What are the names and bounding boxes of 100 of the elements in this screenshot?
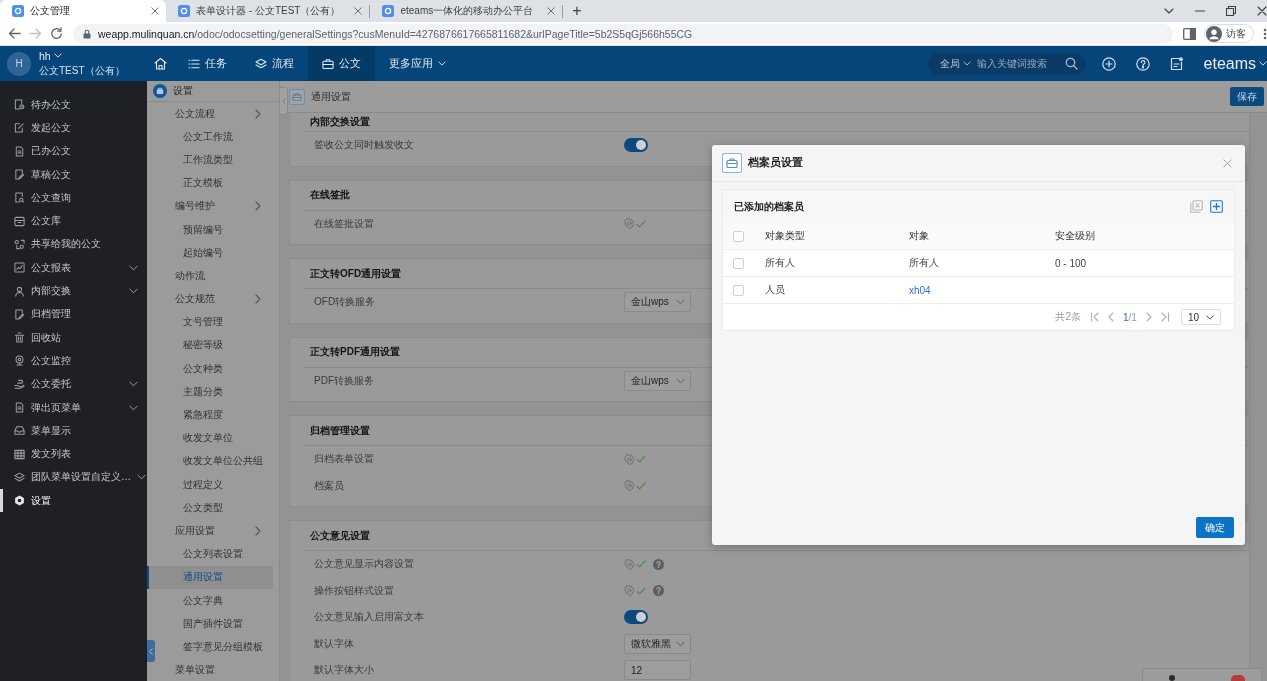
select-field[interactable]: 金山wps bbox=[624, 370, 691, 391]
checkbox[interactable] bbox=[733, 230, 744, 242]
subnav-item[interactable]: 过程定义 bbox=[155, 473, 273, 497]
sidebar-item[interactable]: 共享给我的公文 bbox=[0, 232, 147, 257]
subnav-item[interactable]: 动作流 bbox=[155, 264, 273, 288]
close-icon[interactable] bbox=[1257, 6, 1267, 16]
document-icon[interactable] bbox=[1169, 56, 1184, 71]
column-header: 对象 bbox=[909, 229, 929, 243]
subnav-item[interactable]: 公文工作流 bbox=[155, 125, 273, 149]
sidebar-item[interactable]: 内部交换 bbox=[0, 279, 147, 303]
caret-icon bbox=[962, 61, 971, 66]
close-icon[interactable] bbox=[151, 7, 159, 15]
settings-icon[interactable] bbox=[624, 558, 635, 570]
subnav-item[interactable]: 秘密等级 bbox=[155, 333, 273, 358]
checkbox[interactable] bbox=[733, 257, 744, 269]
sidebar-item[interactable]: 回收站 bbox=[0, 325, 147, 350]
close-icon[interactable] bbox=[547, 7, 556, 15]
next-page-icon[interactable] bbox=[1145, 312, 1152, 322]
subnav-item[interactable]: 公文种类 bbox=[155, 357, 273, 381]
toggle-switch[interactable] bbox=[624, 138, 648, 153]
browser-tab[interactable]: 表单设计器 - 公文TEST（公有） bbox=[166, 0, 370, 22]
subnav-item[interactable]: 公文类型 bbox=[155, 496, 273, 520]
restore-icon[interactable] bbox=[1226, 6, 1236, 16]
sidebar-item[interactable]: 已办公文 bbox=[0, 139, 147, 163]
sidebar-item[interactable]: 弹出页菜单 bbox=[0, 395, 147, 420]
search-icon[interactable] bbox=[1064, 57, 1078, 70]
collapse-button[interactable] bbox=[280, 87, 288, 115]
sidebar-item[interactable]: 公文库 bbox=[0, 209, 147, 233]
page-size-select[interactable]: 10 bbox=[1180, 309, 1221, 325]
subnav-item[interactable]: 公文字典 bbox=[155, 588, 273, 613]
sidebar-item[interactable]: 发文列表 bbox=[0, 442, 147, 466]
collapse-button[interactable] bbox=[147, 640, 155, 662]
sidebar-item[interactable]: 待办公文 bbox=[0, 93, 147, 117]
user-menu[interactable]: hh bbox=[39, 49, 62, 62]
sidebar-item[interactable]: 公文查询 bbox=[0, 186, 147, 210]
sidebar-item[interactable]: 公文监控 bbox=[0, 349, 147, 373]
sidebar-item[interactable]: 设置 bbox=[0, 489, 147, 513]
nav-tab[interactable]: 公文 bbox=[308, 46, 375, 81]
subnav-item[interactable]: 工作流类型 bbox=[155, 148, 273, 172]
sidebar-item[interactable]: 归档管理 bbox=[0, 302, 147, 326]
sidebar-item[interactable]: 公文委托 bbox=[0, 372, 147, 396]
sidebar-item[interactable]: 发起公文 bbox=[0, 116, 147, 140]
scope-select[interactable]: 全局 bbox=[939, 56, 971, 71]
confirm-button[interactable]: 确定 bbox=[1196, 517, 1234, 538]
subnav-item[interactable]: 公文规范 bbox=[155, 287, 273, 311]
first-page-icon[interactable] bbox=[1089, 312, 1099, 322]
nav-tab[interactable]: 任务 bbox=[174, 46, 241, 81]
subnav-item[interactable]: 公文列表设置 bbox=[155, 542, 273, 566]
subnav-item[interactable]: 应用设置 bbox=[155, 519, 273, 543]
sidebar-item[interactable]: 公文报表 bbox=[0, 256, 147, 280]
subnav-item[interactable]: 紧急程度 bbox=[155, 403, 273, 427]
search-field[interactable]: 全局 输入关键词搜索 bbox=[927, 52, 1086, 75]
subnav-item[interactable]: 正文模板 bbox=[155, 171, 273, 195]
nav-tab[interactable]: 流程 bbox=[241, 46, 308, 81]
select-field[interactable]: 微软雅黑 bbox=[624, 633, 691, 654]
caret-icon[interactable] bbox=[1164, 8, 1174, 14]
caret-icon bbox=[676, 640, 685, 647]
subnav-item[interactable]: 预留编号 bbox=[155, 217, 273, 242]
help-icon[interactable] bbox=[1135, 56, 1150, 71]
subnav-item[interactable]: 国产插件设置 bbox=[155, 612, 273, 636]
sidebar-item[interactable]: 草稿公文 bbox=[0, 162, 147, 187]
settings-icon[interactable] bbox=[624, 585, 635, 597]
subnav-item[interactable]: 签字意见分组模板 bbox=[155, 635, 273, 659]
subnav-item[interactable]: 主题分类 bbox=[155, 380, 273, 404]
sidebar-item[interactable]: 团队菜单设置自定义… bbox=[0, 465, 147, 490]
subnav-item[interactable]: 编号维护 bbox=[155, 194, 273, 218]
subnav-item[interactable]: 起始编号 bbox=[155, 241, 273, 265]
subnav-item[interactable]: 菜单设置 bbox=[155, 658, 273, 681]
settings-icon[interactable] bbox=[624, 453, 635, 465]
nav-tab[interactable]: 更多应用 bbox=[375, 46, 460, 81]
chevron-right-icon bbox=[255, 525, 261, 536]
subnav-item[interactable]: 收发文单位公共组 bbox=[155, 449, 273, 473]
subnav-item[interactable]: 收发文单位 bbox=[155, 426, 273, 450]
settings-icon[interactable] bbox=[624, 480, 635, 492]
previous-page-icon[interactable] bbox=[1107, 312, 1114, 322]
save-button[interactable]: 保存 bbox=[1230, 87, 1264, 106]
last-page-icon[interactable] bbox=[1160, 312, 1170, 322]
select-field[interactable]: 金山wps bbox=[624, 292, 691, 313]
settings-icon[interactable] bbox=[624, 218, 635, 230]
delete-icon[interactable] bbox=[1190, 200, 1203, 213]
browser-tab[interactable]: eteams一体化的移动办公平台 bbox=[370, 0, 563, 22]
menu-icon[interactable] bbox=[1263, 27, 1267, 40]
reload-icon[interactable] bbox=[50, 27, 63, 40]
table-cell: 所有人 bbox=[909, 256, 939, 270]
link[interactable]: xh04 bbox=[909, 284, 931, 296]
close-icon[interactable] bbox=[354, 7, 363, 15]
add-icon[interactable] bbox=[1210, 200, 1223, 213]
side-panel-icon[interactable] bbox=[1183, 27, 1196, 40]
subnav-item[interactable]: 文号管理 bbox=[155, 310, 273, 334]
setting-label: OFD转换服务 bbox=[314, 295, 377, 310]
checkbox[interactable] bbox=[733, 284, 744, 296]
browser-tab[interactable]: 公文管理 bbox=[0, 0, 166, 22]
new-tab-button[interactable]: + bbox=[563, 0, 591, 22]
back-icon[interactable] bbox=[8, 27, 21, 40]
subnav-item[interactable]: 公文流程 bbox=[155, 102, 273, 126]
forward-icon[interactable] bbox=[29, 27, 42, 40]
toggle-switch[interactable] bbox=[624, 610, 648, 625]
sidebar-item[interactable]: 菜单显示 bbox=[0, 419, 147, 443]
address-field[interactable]: weapp.mulinquan.cn/odoc/odocsetting/generalSettings?cusMenuId=4276876617665811682&urlPageTitle=5b2S5qGj566h55CG bbox=[73, 23, 1173, 44]
input-field[interactable]: 12 bbox=[624, 660, 691, 681]
